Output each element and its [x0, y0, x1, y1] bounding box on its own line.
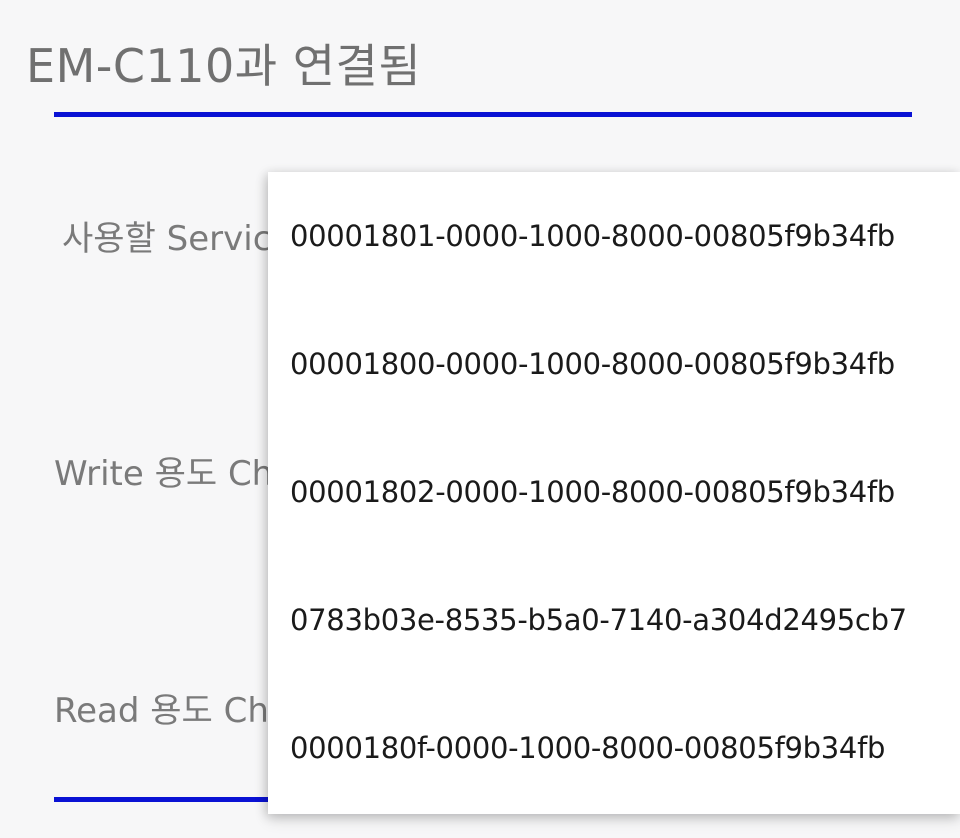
dropdown-option[interactable]: 0000180f-0000-1000-8000-00805f9b34fb: [268, 684, 960, 812]
page-title: EM-C110과 연결됨: [26, 39, 422, 93]
service-label: 사용할 Service: [62, 219, 293, 259]
dropdown-option[interactable]: 0783b03e-8535-b5a0-7140-a304d2495cb7: [268, 556, 960, 684]
dropdown-option[interactable]: 00001802-0000-1000-8000-00805f9b34fb: [268, 428, 960, 556]
title-underline: [54, 112, 912, 117]
dropdown-option[interactable]: 00001801-0000-1000-8000-00805f9b34fb: [268, 172, 960, 300]
dropdown-option[interactable]: 00001800-0000-1000-8000-00805f9b34fb: [268, 300, 960, 428]
service-dropdown-menu[interactable]: 00001801-0000-1000-8000-00805f9b34fb 000…: [268, 172, 960, 814]
